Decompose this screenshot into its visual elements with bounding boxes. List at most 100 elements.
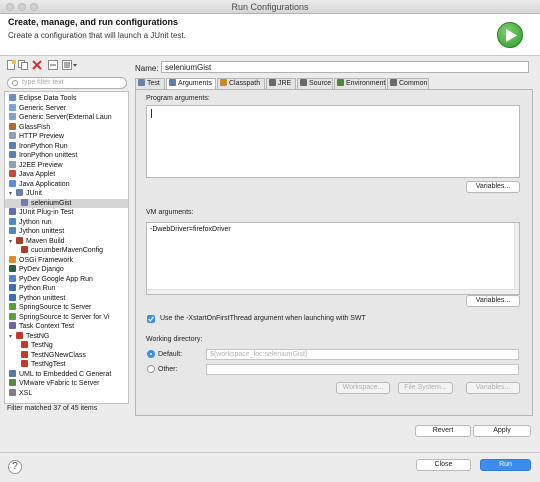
help-button[interactable]: ? [8,460,22,474]
tree-item[interactable]: IronPython unittest [9,151,77,160]
other-directory-label: Other: [158,366,178,373]
jython-icon [9,227,16,234]
tree-child-item[interactable]: cucumberMavenConfig [21,246,103,255]
collapse-all-button[interactable] [48,60,58,70]
tab-label: Common [399,80,428,87]
window-title: Run Configurations [231,2,309,12]
default-directory-field: ${workspace_loc:seleniumGist} [206,349,519,360]
tree-item[interactable]: SpringSource tc Server [9,303,91,312]
testng-icon [21,341,28,348]
delete-icon [32,60,42,70]
name-label: Name: [135,64,159,73]
duplicate-configuration-button[interactable] [18,60,28,70]
tree-item-label: J2EE Preview [19,161,63,169]
vm-variables-button[interactable]: Variables... [466,295,520,307]
tree-child-item[interactable]: TestNg [21,341,53,350]
new-configuration-button[interactable] [6,60,16,70]
tree-item[interactable]: Task Context Test [9,322,74,331]
tree-item[interactable]: Python unittest [9,293,65,303]
tree-item[interactable]: HTTP Preview [9,132,64,141]
tree-item[interactable]: SpringSource tc Server for Vi [9,312,110,322]
testng-icon [21,350,28,358]
tab-label: Arguments [178,80,212,87]
vmware-icon [9,379,16,386]
tree-item[interactable]: Java Applet [9,170,55,179]
other-directory-radio[interactable] [147,365,155,373]
directory-variables-button[interactable]: Variables... [466,382,520,394]
tree-item-label: GlassFish [19,123,51,131]
header-subtitle: Create a configuration that will launch … [8,31,186,40]
vm-vertical-scrollbar[interactable] [514,223,519,294]
chevron-down-icon[interactable]: ▾ [9,238,15,247]
filter-placeholder: type filter text [22,79,64,86]
tree-item-label: VMware vFabric tc Server [19,380,100,387]
run-button[interactable]: Run [480,459,531,471]
tree-item-label: TestNg [31,342,53,349]
filter-menu-button[interactable] [62,60,78,70]
python-icon [9,293,16,301]
tree-item[interactable]: OSGi Framework [9,255,73,265]
tree-item[interactable]: ▾ Maven Build [9,236,65,247]
other-directory-field[interactable] [206,364,519,375]
revert-button[interactable]: Revert [415,425,471,437]
tree-item-label: TestNgTest [31,361,66,368]
tree-child-item[interactable]: seleniumGist [5,198,128,208]
chevron-down-icon[interactable]: ▾ [9,333,15,342]
tab-label: Source [309,80,332,87]
configuration-list-pane: type filter text Eclipse Data Tools Gener… [4,58,129,418]
workspace-button[interactable]: Workspace... [336,382,390,394]
environment-icon [337,79,344,86]
tree-item-label: PyDev Google App Run [19,275,93,283]
tree-item-label: Task Context Test [19,323,75,330]
tree-item[interactable]: ▾ JUnit [9,189,42,198]
filter-icon [62,60,77,70]
tree-item[interactable]: ▾ TestNG [9,331,50,342]
tree-item[interactable]: Eclipse Data Tools [9,94,76,103]
spring-icon [9,303,16,310]
tree-item-label: Maven Build [26,237,65,245]
common-icon [390,79,397,86]
tree-item[interactable]: Jython run [9,217,52,227]
tree-item[interactable]: XSL [9,388,32,398]
file-system-button[interactable]: File System... [398,382,453,394]
default-directory-radio[interactable] [147,350,155,358]
tree-item[interactable]: JUnit Plug-in Test [9,208,73,217]
delete-configuration-button[interactable] [32,60,42,70]
tree-item-label: Generic Server [19,104,67,112]
name-field[interactable]: seleniumGist [161,61,529,73]
source-icon [300,79,307,86]
tree-item[interactable]: Python Run [9,284,56,293]
tree-item-label: Java Applet [19,171,56,178]
arguments-panel: Program arguments: Variables... VM argum… [135,89,533,416]
tree-item-label: UML to Embedded C Generat [19,370,112,378]
window-titlebar: Run Configurations [0,0,540,14]
filter-input[interactable]: type filter text [7,77,127,89]
tree-child-item[interactable]: TestNGNewClass [21,350,86,360]
classpath-icon [220,79,227,86]
tree-item[interactable]: Jython unittest [9,227,64,236]
copy-icon [18,60,28,70]
tree-item[interactable]: J2EE Preview [9,160,63,170]
vm-arguments-textarea[interactable]: -DwebDriver=firefoxDriver [146,222,520,295]
http-icon [9,132,16,139]
tree-item[interactable]: UML to Embedded C Generat [9,369,112,379]
close-button[interactable]: Close [416,459,471,471]
tree-child-item[interactable]: TestNgTest [21,360,66,369]
tree-item[interactable]: GlassFish [9,122,51,132]
tree-item[interactable]: VMware vFabric tc Server [9,379,100,388]
tree-item-label: TestNG [26,332,50,340]
vm-horizontal-scrollbar[interactable] [147,289,519,294]
tree-item[interactable]: Java Application [9,179,70,189]
program-arguments-label: Program arguments: [146,95,210,102]
plugin-test-icon [9,208,16,215]
tree-item[interactable]: PyDev Google App Run [9,274,93,284]
program-variables-button[interactable]: Variables... [466,181,520,193]
tree-item[interactable]: PyDev Django [9,265,64,274]
tree-item[interactable]: Generic Server(External Laun [9,113,112,122]
tree-item[interactable]: Generic Server [9,103,67,113]
apply-button[interactable]: Apply [473,425,531,437]
program-arguments-textarea[interactable] [146,105,520,178]
tree-item[interactable]: IronPython Run [9,141,68,151]
xstart-checkbox[interactable] [147,315,155,323]
checkmark-icon [148,316,154,322]
